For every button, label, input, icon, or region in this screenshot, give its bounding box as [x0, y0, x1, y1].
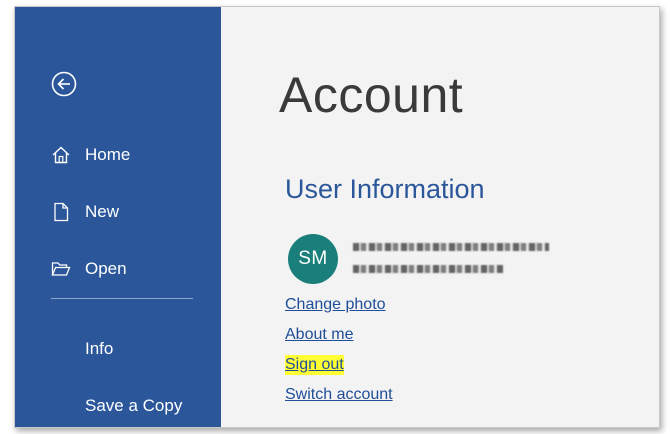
- sidebar-item-label: Home: [85, 145, 131, 164]
- account-page: Account User Information SM Change photo…: [221, 7, 659, 427]
- sidebar-item-save-a-copy[interactable]: Save a Copy: [15, 386, 221, 426]
- sidebar-item-label: New: [85, 202, 120, 221]
- sidebar-item-label: Open: [85, 259, 127, 278]
- open-folder-icon: [51, 262, 71, 276]
- redacted-user-name: [353, 243, 549, 251]
- switch-account-link[interactable]: Switch account: [285, 385, 393, 405]
- sidebar-item-home[interactable]: Home: [15, 135, 221, 175]
- sidebar-item-new[interactable]: New: [15, 192, 221, 232]
- sidebar-item-label: Info: [85, 339, 114, 358]
- sign-out-link[interactable]: Sign out: [285, 355, 344, 375]
- about-me-link[interactable]: About me: [285, 325, 353, 345]
- backstage-window: Home New Open Info Save a Copy Account U…: [14, 6, 660, 428]
- redacted-user-email: [353, 265, 503, 273]
- sidebar-item-info[interactable]: Info: [15, 329, 221, 369]
- backstage-sidebar: Home New Open Info Save a Copy: [15, 7, 221, 427]
- sidebar-item-open[interactable]: Open: [15, 249, 221, 289]
- new-document-icon: [54, 202, 69, 222]
- home-icon: [52, 146, 70, 164]
- user-information-heading: User Information: [285, 174, 485, 204]
- change-photo-link[interactable]: Change photo: [285, 295, 386, 315]
- avatar[interactable]: SM: [288, 234, 338, 284]
- arrow-left-circle-icon: [51, 71, 77, 97]
- sidebar-divider: [51, 298, 193, 299]
- back-button[interactable]: [51, 71, 77, 97]
- sidebar-item-label: Save a Copy: [85, 396, 183, 415]
- page-title: Account: [279, 67, 464, 123]
